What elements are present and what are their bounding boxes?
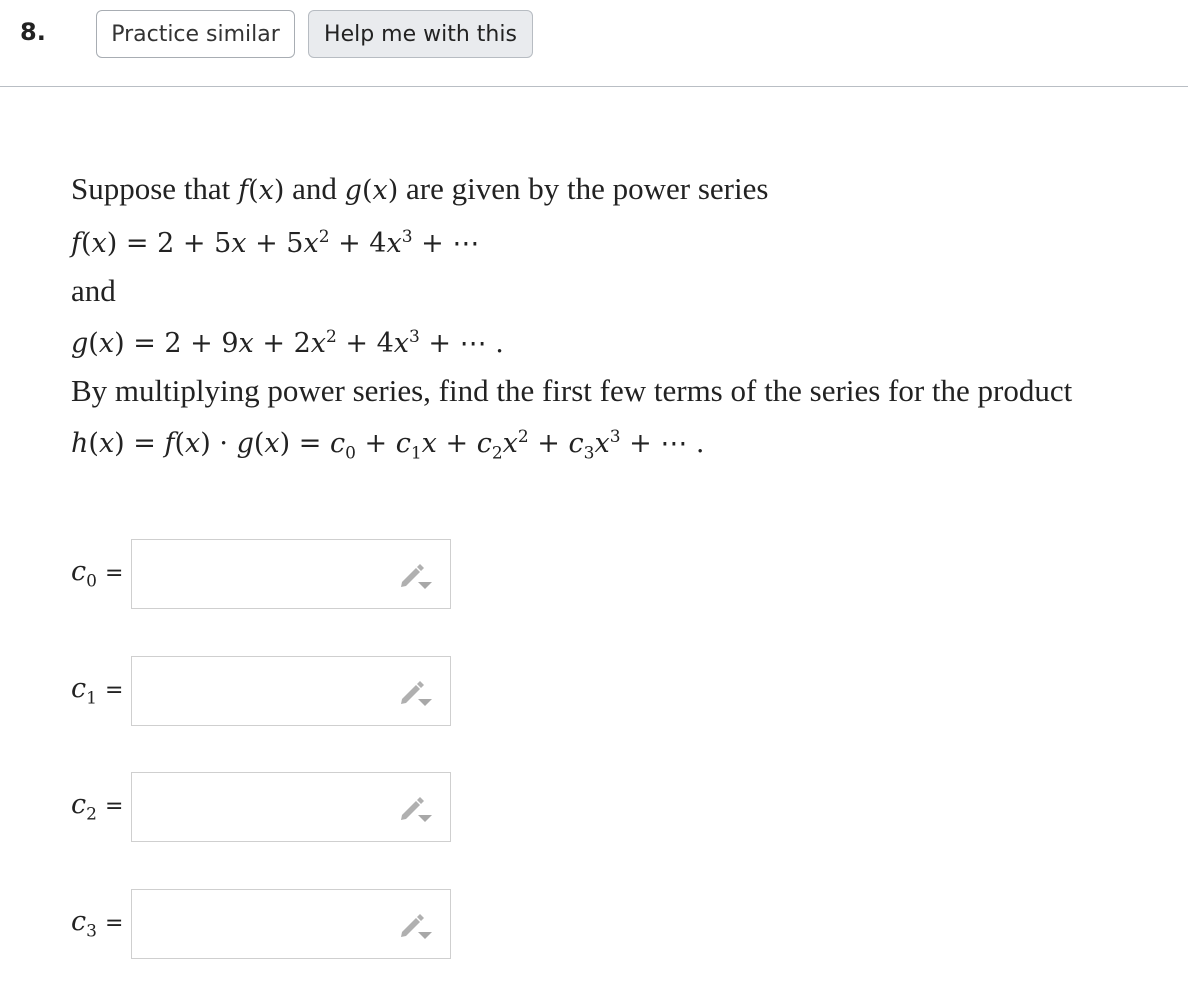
answer-label-c0: c0 = — [71, 556, 124, 592]
answer-input-c1[interactable] — [131, 656, 451, 726]
practice-similar-button[interactable]: Practice similar — [96, 10, 295, 58]
question-header: 8. Practice similar Help me with this — [0, 0, 1188, 87]
answer-input-c2[interactable] — [131, 772, 451, 842]
c2-field[interactable] — [140, 773, 394, 841]
question-number: 8. — [20, 18, 46, 46]
pencil-dropdown-icon[interactable] — [398, 793, 434, 823]
pencil-dropdown-icon[interactable] — [398, 677, 434, 707]
answer-input-c3[interactable] — [131, 889, 451, 959]
and-text: and — [71, 273, 116, 308]
problem-statement: Suppose that f(x) and g(x) are given by … — [71, 165, 1072, 477]
instruction-text: By multiplying power series, find the fi… — [71, 373, 1073, 408]
answer-label-c2: c2 = — [71, 789, 124, 825]
answer-input-c0[interactable] — [131, 539, 451, 609]
answer-label-c3: c3 = — [71, 906, 124, 942]
h-series: h(x) = f(x) · g(x) = c0 + c1x + c2x2 + c… — [71, 427, 705, 464]
answer-row-c3: c3 = — [71, 889, 451, 959]
answer-row-c1: c1 = — [71, 656, 451, 726]
problem-intro: Suppose that f(x) and g(x) are given by … — [71, 171, 769, 206]
c1-field[interactable] — [140, 657, 394, 725]
answer-label-c1: c1 = — [71, 673, 124, 709]
g-series: g(x) = 2 + 9x + 2x2 + 4x3 + ⋯ . — [71, 327, 504, 359]
pencil-dropdown-icon[interactable] — [398, 910, 434, 940]
answer-row-c2: c2 = — [71, 772, 451, 842]
help-me-button[interactable]: Help me with this — [308, 10, 533, 58]
c3-field[interactable] — [140, 890, 394, 958]
pencil-dropdown-icon[interactable] — [398, 560, 434, 590]
c0-field[interactable] — [140, 540, 394, 608]
answer-row-c0: c0 = — [71, 539, 451, 609]
f-series: f(x) = 2 + 5x + 5x2 + 4x3 + ⋯ — [71, 227, 480, 259]
